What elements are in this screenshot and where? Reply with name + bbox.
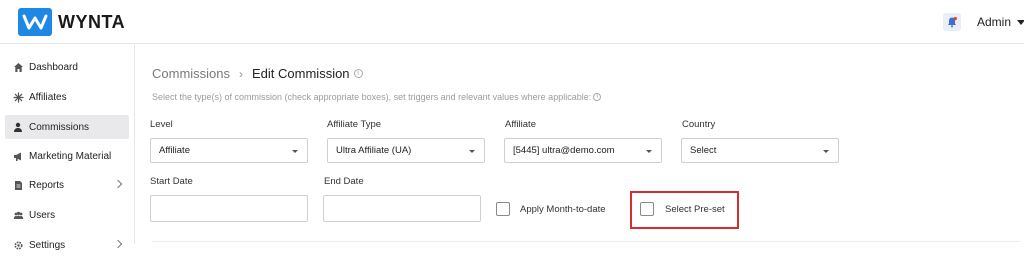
megaphone-icon — [12, 150, 24, 162]
affiliate-select[interactable]: [5445] ultra@demo.com — [504, 138, 662, 163]
user-money-icon — [12, 121, 24, 133]
main-content: Commissions › Edit Commission i Select t… — [136, 45, 1024, 244]
asterisk-icon — [12, 91, 24, 103]
start-date-label: Start Date — [150, 176, 193, 187]
affiliate-select-value: [5445] ultra@demo.com — [513, 145, 615, 156]
level-select-value: Affiliate — [159, 145, 190, 156]
breadcrumb-separator: › — [239, 66, 244, 81]
logo-w-icon — [18, 8, 52, 36]
sidebar-item-users[interactable]: Users — [5, 203, 129, 227]
sidebar-item-label: Users — [29, 209, 56, 221]
notification-bell-icon[interactable] — [943, 13, 961, 31]
sidebar-item-marketing-material[interactable]: Marketing Material — [5, 144, 129, 168]
logo[interactable]: WYNTA — [18, 8, 125, 36]
user-menu[interactable]: Admin — [977, 15, 1024, 29]
logo-text: WYNTA — [58, 11, 126, 32]
page-title: Edit Commission — [252, 66, 350, 81]
instructions-label: Select the type(s) of commission (check … — [152, 92, 592, 102]
sidebar: Dashboard Affiliates Commissions Marketi… — [0, 45, 135, 251]
affiliate-label: Affiliate — [505, 119, 536, 130]
level-label: Level — [150, 119, 173, 130]
affiliate-type-select[interactable]: Ultra Affiliate (UA) — [327, 138, 485, 163]
chevron-down-icon — [823, 150, 829, 153]
caret-down-icon — [1017, 20, 1024, 25]
end-date-label: End Date — [324, 176, 364, 187]
sidebar-item-label: Settings — [29, 239, 66, 251]
breadcrumb-parent[interactable]: Commissions — [152, 66, 230, 81]
users-icon — [12, 209, 24, 221]
gear-icon — [12, 239, 24, 251]
level-select[interactable]: Affiliate — [150, 138, 308, 163]
country-select[interactable]: Select — [681, 138, 839, 163]
chevron-down-icon — [646, 150, 652, 153]
sidebar-item-affiliates[interactable]: Affiliates — [5, 85, 129, 109]
sidebar-item-commissions[interactable]: Commissions — [5, 115, 129, 139]
select-preset-checkbox[interactable] — [640, 202, 654, 216]
apply-month-to-date-label[interactable]: Apply Month-to-date — [520, 204, 606, 215]
sidebar-item-label: Marketing Material — [29, 150, 112, 162]
info-icon[interactable]: i — [353, 69, 363, 78]
info-icon[interactable]: i — [593, 93, 602, 101]
document-icon — [12, 179, 24, 191]
country-select-value: Select — [690, 145, 717, 156]
affiliate-type-label: Affiliate Type — [327, 119, 382, 130]
start-date-input[interactable] — [150, 195, 308, 222]
sidebar-item-label: Affiliates — [29, 91, 67, 103]
user-name: Admin — [977, 15, 1012, 29]
section-divider — [152, 241, 1020, 242]
home-icon — [12, 61, 24, 73]
sidebar-item-label: Dashboard — [29, 61, 78, 73]
select-preset-label[interactable]: Select Pre-set — [665, 204, 725, 215]
sidebar-item-reports[interactable]: Reports — [5, 173, 129, 197]
sidebar-item-settings[interactable]: Settings — [5, 233, 129, 257]
instructions-text: Select the type(s) of commission (check … — [152, 92, 602, 102]
chevron-right-icon — [113, 179, 123, 189]
chevron-right-icon — [113, 239, 123, 249]
affiliate-type-select-value: Ultra Affiliate (UA) — [336, 145, 412, 156]
top-bar: WYNTA Admin — [0, 0, 1024, 44]
country-label: Country — [682, 119, 716, 130]
apply-month-to-date-checkbox[interactable] — [496, 202, 510, 216]
chevron-down-icon — [469, 150, 475, 153]
chevron-down-icon — [292, 150, 298, 153]
end-date-input[interactable] — [323, 195, 481, 222]
sidebar-item-dashboard[interactable]: Dashboard — [5, 55, 129, 79]
breadcrumb: Commissions › Edit Commission i — [152, 66, 363, 81]
sidebar-item-label: Reports — [29, 179, 65, 191]
sidebar-item-label: Commissions — [29, 121, 90, 133]
